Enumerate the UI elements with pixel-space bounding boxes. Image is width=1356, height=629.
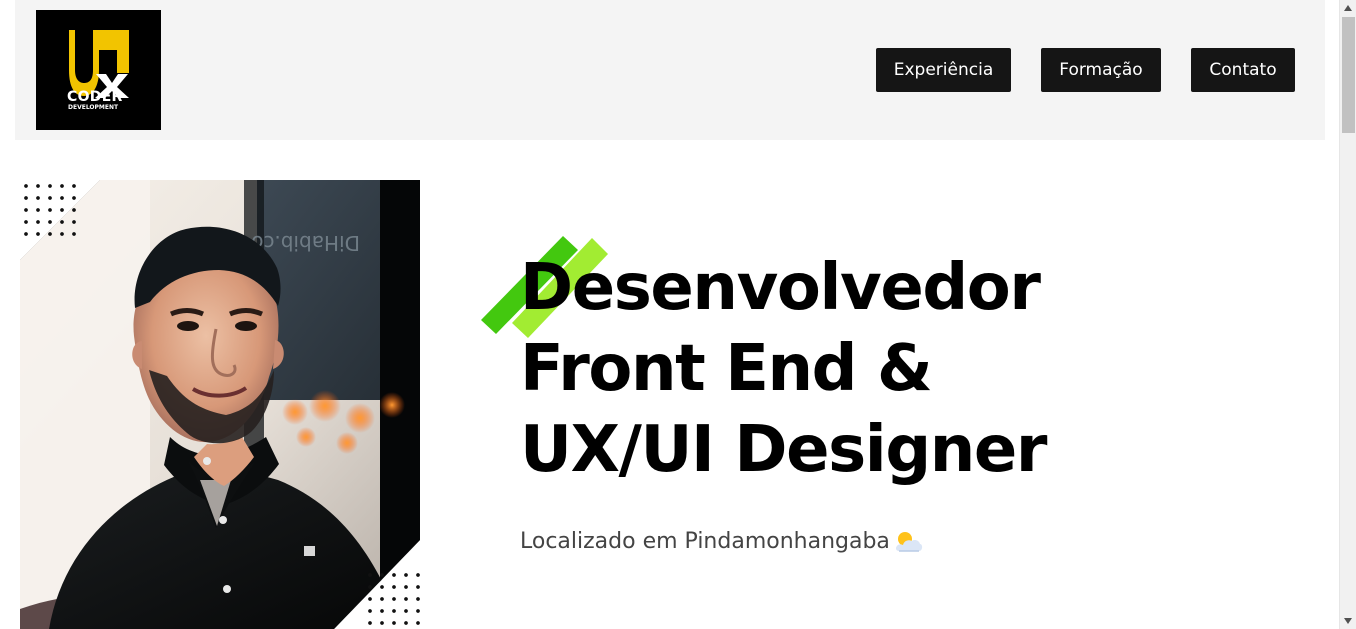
hero-title-line-3: UX/UI Designer	[520, 413, 1047, 487]
sun-behind-cloud-icon	[895, 532, 923, 552]
profile-photo-illustration: DiHabib.co	[20, 180, 420, 629]
hero-title-line-2: Front End &	[520, 332, 933, 406]
scroll-up-icon[interactable]	[1344, 5, 1352, 11]
svg-text:DiHabib.co: DiHabib.co	[251, 231, 360, 255]
scroll-down-icon[interactable]	[1344, 618, 1352, 624]
decorative-dot-grid-bottom	[364, 569, 422, 627]
location-text: Localizado em Pindamonhangaba	[520, 529, 890, 554]
site-header: CODER DEVELOPMENT Experiência Formação C…	[15, 0, 1325, 140]
logo-sub-text: DEVELOPMENT	[68, 104, 119, 111]
browser-viewport: CODER DEVELOPMENT Experiência Formação C…	[0, 0, 1356, 629]
logo-main-text: CODER	[67, 89, 123, 105]
experience-button[interactable]: Experiência	[876, 48, 1011, 92]
ux-coder-logo[interactable]: CODER DEVELOPMENT	[36, 10, 161, 130]
contact-button[interactable]: Contato	[1191, 48, 1295, 92]
location-line: Localizado em Pindamonhangaba	[520, 526, 923, 558]
scrollbar-thumb[interactable]	[1342, 17, 1355, 133]
education-button[interactable]: Formação	[1041, 48, 1161, 92]
hero-title: Desenvolvedor Front End & UX/UI Designer	[520, 248, 1080, 491]
profile-photo: DiHabib.co	[20, 180, 420, 629]
portfolio-page: CODER DEVELOPMENT Experiência Formação C…	[0, 0, 1339, 629]
decorative-dot-grid-top	[20, 180, 78, 238]
main-navigation: Experiência Formação Contato	[876, 48, 1295, 92]
vertical-scrollbar[interactable]	[1339, 0, 1356, 629]
ux-logo-mark-icon	[69, 30, 129, 98]
hero-title-line-1: Desenvolvedor	[520, 251, 1041, 325]
